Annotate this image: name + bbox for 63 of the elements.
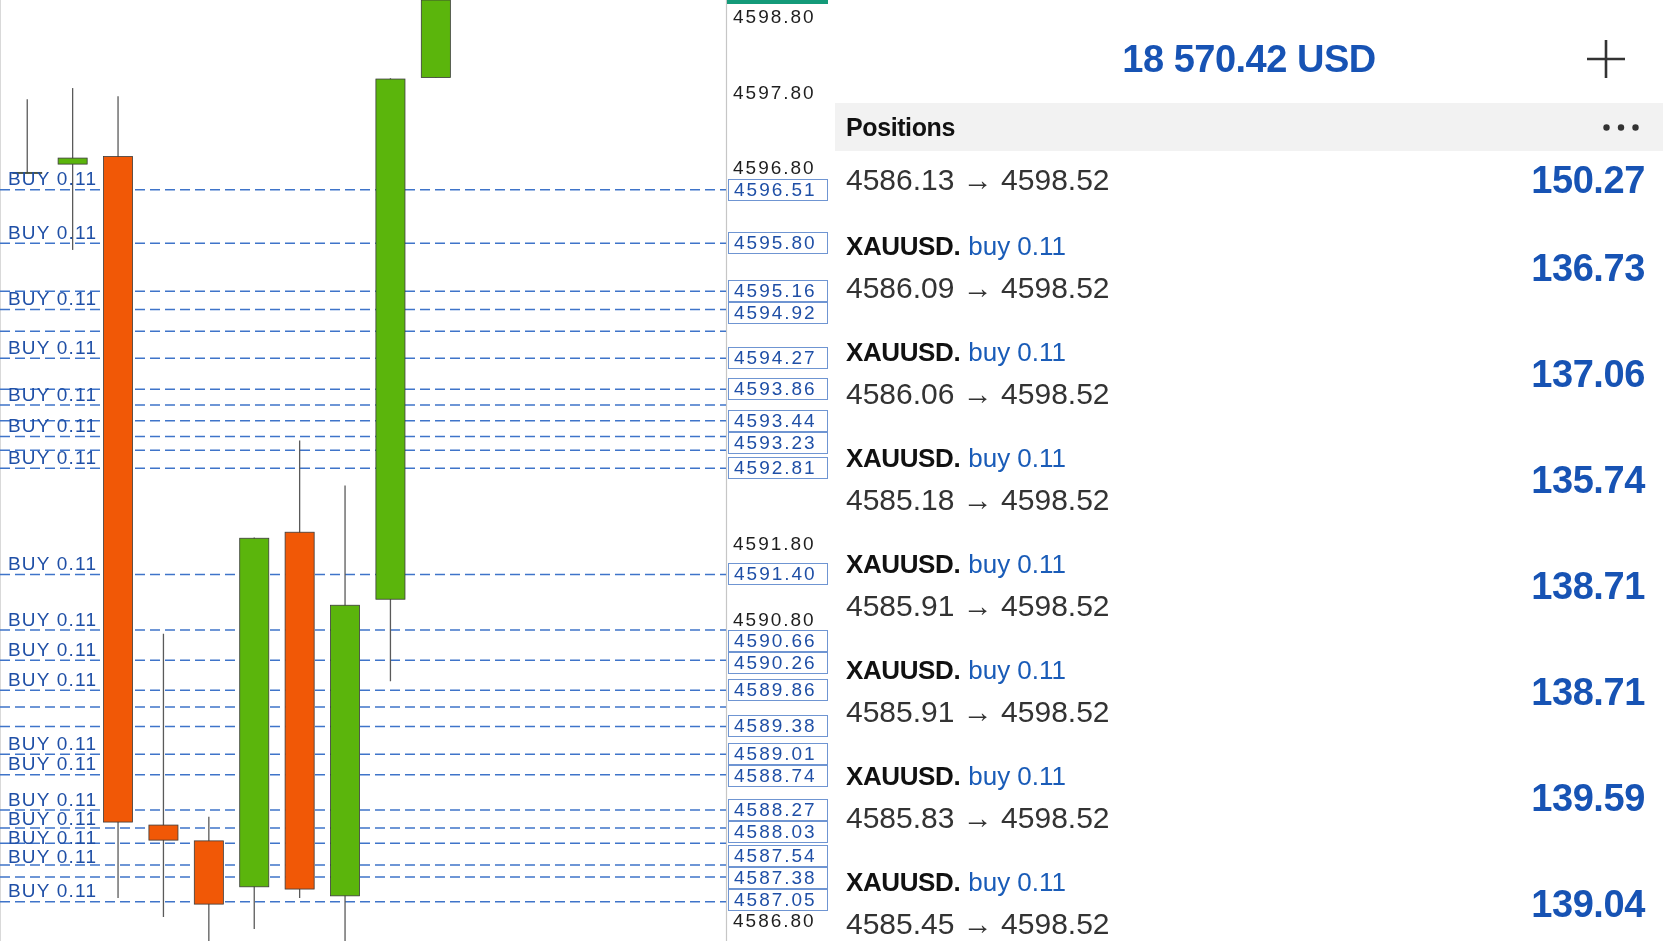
price-tag: 4593.86 — [728, 378, 828, 401]
price-tag: 4587.38 — [728, 866, 828, 889]
price-tag: 4591.40 — [728, 563, 828, 586]
order-side: buy 0.11 — [968, 442, 1067, 475]
price-tag: 4588.03 — [728, 821, 828, 843]
order-side: buy 0.11 — [968, 866, 1067, 899]
symbol: XAUUSD. — [846, 654, 961, 687]
price-change: 4585.91 → 4598.52 — [846, 588, 1110, 624]
price-tag: 4589.86 — [728, 679, 828, 702]
axis-label: 4591.80 — [733, 534, 816, 555]
price-tag: 4587.54 — [728, 844, 828, 867]
order-side: buy 0.11 — [968, 230, 1067, 263]
more-icon — [1603, 123, 1639, 131]
symbol: XAUUSD. — [846, 336, 961, 369]
price-tag: 4588.74 — [728, 765, 828, 788]
price-change: 4585.83 → 4598.52 — [846, 800, 1110, 836]
axis-label: 4598.80 — [733, 7, 816, 28]
profit: 138.71 — [1531, 563, 1645, 608]
price-change: 4585.45 → 4598.52 — [846, 906, 1110, 941]
price-tag: 4592.81 — [728, 457, 828, 480]
profit: 139.04 — [1531, 881, 1645, 926]
price-tag: 4590.66 — [728, 629, 828, 652]
price-tag: 4589.38 — [728, 715, 828, 738]
price-change: 4586.13 → 4598.52 — [846, 162, 1110, 198]
profit: 138.71 — [1531, 669, 1645, 714]
order-side: buy 0.11 — [968, 548, 1067, 581]
order-side: buy 0.11 — [968, 336, 1067, 369]
price-change: 4586.06 → 4598.52 — [846, 376, 1110, 412]
price-change: 4585.91 → 4598.52 — [846, 694, 1110, 730]
order-side: buy 0.11 — [968, 760, 1067, 793]
axis-label: 4590.80 — [733, 609, 816, 630]
price-tag: 4595.16 — [728, 280, 828, 303]
section-title: Positions — [846, 112, 955, 142]
symbol: XAUUSD. — [846, 866, 961, 899]
profit: 139.59 — [1531, 775, 1645, 820]
axis-label: 4586.80 — [733, 910, 816, 931]
price-tag: 4594.92 — [728, 302, 828, 325]
more-button[interactable] — [1603, 123, 1639, 131]
price-tag: 4587.05 — [728, 888, 828, 911]
profit: 150.27 — [1531, 158, 1645, 202]
price-tag: 4595.80 — [728, 232, 828, 255]
account-balance: 18 570.42 USD — [1122, 36, 1376, 81]
price-tag: 4594.27 — [728, 347, 828, 370]
profit: 135.74 — [1531, 457, 1645, 502]
symbol: XAUUSD. — [846, 548, 961, 581]
price-tag: 4596.51 — [728, 178, 828, 201]
price-tag: 4593.44 — [728, 409, 828, 432]
profit: 137.06 — [1531, 351, 1645, 396]
axis-label: 4596.80 — [733, 157, 816, 178]
price-change: 4585.18 → 4598.52 — [846, 482, 1110, 518]
symbol: XAUUSD. — [846, 760, 961, 793]
symbol: XAUUSD. — [846, 230, 961, 263]
price-tag: 4590.26 — [728, 651, 828, 674]
profit: 136.73 — [1531, 245, 1645, 290]
symbol: XAUUSD. — [846, 442, 961, 475]
price-tag: 4593.23 — [728, 431, 828, 454]
price-tag: 4589.01 — [728, 743, 828, 766]
add-button[interactable] — [1587, 39, 1625, 78]
price-tag: 4588.27 — [728, 799, 828, 821]
plus-icon — [1587, 39, 1625, 78]
axis-label: 4597.80 — [733, 82, 816, 103]
price-change: 4586.09 → 4598.52 — [846, 270, 1110, 306]
order-side: buy 0.11 — [968, 654, 1067, 687]
